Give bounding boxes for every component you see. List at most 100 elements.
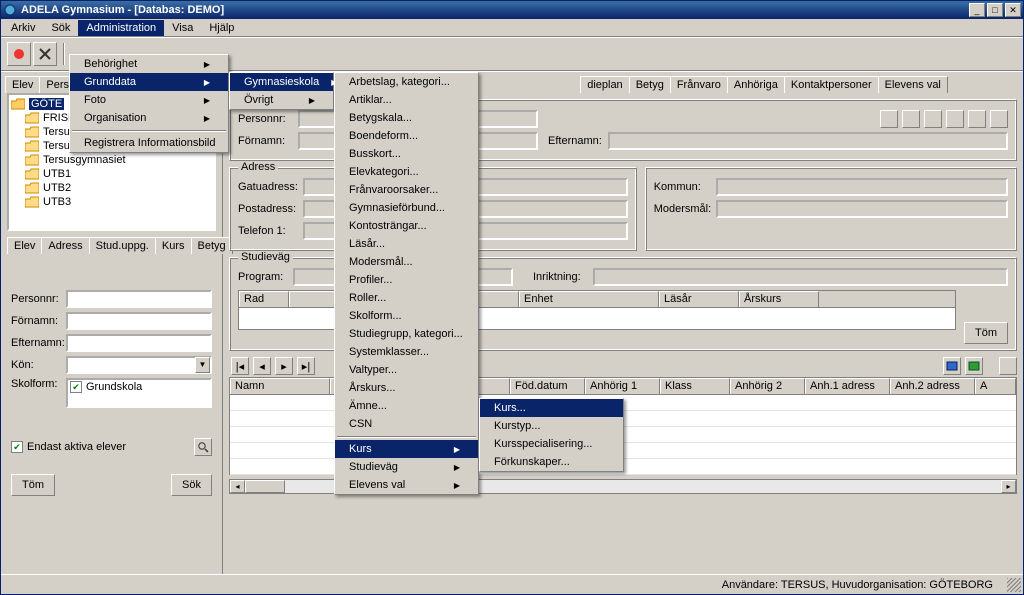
menu-grunddata[interactable]: Grunddata▶ [70, 73, 228, 91]
menu-ovrigt[interactable]: Övrigt▶ [230, 91, 333, 109]
tab-anhoriga[interactable]: Anhöriga [727, 76, 785, 93]
menu-registrera-informationsbild[interactable]: Registrera Informationsbild [70, 134, 228, 152]
tab-elevensval[interactable]: Elevens val [878, 76, 948, 93]
tree-item[interactable]: UTB3 [11, 195, 212, 209]
mid-tab-adress[interactable]: Adress [41, 237, 89, 254]
scroll-left-icon[interactable]: ◂ [230, 480, 245, 493]
mi-forkunskaper[interactable]: Förkunskaper... [480, 453, 623, 471]
select-kon[interactable]: ▼ [66, 356, 212, 374]
icon-btn-2[interactable] [902, 110, 920, 128]
resize-grip-icon[interactable] [1007, 578, 1021, 592]
mi-artiklar[interactable]: Artiklar... [335, 91, 478, 109]
menu-visa[interactable]: Visa [164, 20, 201, 36]
checkbox-checked-icon[interactable]: ✔ [70, 381, 82, 393]
mi-kurs[interactable]: Kurs▶ [335, 440, 478, 458]
maximize-button[interactable]: □ [987, 3, 1003, 17]
col-namn[interactable]: Namn [230, 378, 330, 394]
icon-btn-1[interactable] [880, 110, 898, 128]
tab-franvaro[interactable]: Frånvaro [670, 76, 728, 93]
col-anh2adress[interactable]: Anh.2 adress [890, 378, 975, 394]
toolbar-record-button[interactable] [7, 42, 31, 66]
mi-kurstyp[interactable]: Kurstyp... [480, 417, 623, 435]
tab-betyg[interactable]: Betyg [629, 76, 671, 93]
mi-csn[interactable]: CSN [335, 415, 478, 433]
mi-betygskala[interactable]: Betygskala... [335, 109, 478, 127]
col-a[interactable]: A [975, 378, 1016, 394]
minimize-button[interactable]: _ [969, 3, 985, 17]
nav-first-icon[interactable]: |◂ [231, 357, 249, 375]
input-fornamn[interactable] [66, 312, 212, 330]
col-klass[interactable]: Klass [660, 378, 730, 394]
menu-organisation[interactable]: Organisation▶ [70, 109, 228, 127]
icon-btn-6[interactable] [990, 110, 1008, 128]
menu-foto[interactable]: Foto▶ [70, 91, 228, 109]
field-efternamn[interactable] [608, 132, 1008, 150]
mi-lasar[interactable]: Läsår... [335, 235, 478, 253]
excel-icon[interactable] [965, 357, 983, 375]
field-inriktning[interactable] [593, 268, 1008, 286]
menu-administration[interactable]: Administration [78, 20, 164, 36]
col-enhet[interactable]: Enhet [519, 291, 659, 307]
col-anhorig2[interactable]: Anhörig 2 [730, 378, 805, 394]
tab-dieplan[interactable]: dieplan [580, 76, 629, 93]
magnifier-icon[interactable] [194, 438, 212, 456]
col-anhorig1[interactable]: Anhörig 1 [585, 378, 660, 394]
tree-item[interactable]: UTB1 [11, 167, 212, 181]
menu-behorighet[interactable]: Behörighet▶ [70, 55, 228, 73]
mi-kurs-kurs[interactable]: Kurs... [480, 399, 623, 417]
toolbar-tools-button[interactable] [33, 42, 57, 66]
input-personnr[interactable] [66, 290, 212, 308]
tab-kontaktpersoner[interactable]: Kontaktpersoner [784, 76, 879, 93]
mi-studievag[interactable]: Studieväg▶ [335, 458, 478, 476]
mi-kursspecialisering[interactable]: Kursspecialisering... [480, 435, 623, 453]
mi-elevkategori[interactable]: Elevkategori... [335, 163, 478, 181]
mi-gymnasieforbund[interactable]: Gymnasieförbund... [335, 199, 478, 217]
nav-last-icon[interactable]: ▸| [297, 357, 315, 375]
mid-tab-studuppg[interactable]: Stud.uppg. [89, 237, 156, 254]
left-tab-elev[interactable]: Elev [5, 76, 40, 93]
mi-arskurs[interactable]: Årskurs... [335, 379, 478, 397]
menu-sok[interactable]: Sök [43, 20, 78, 36]
mi-boendeform[interactable]: Boendeform... [335, 127, 478, 145]
col-anh1adress[interactable]: Anh.1 adress [805, 378, 890, 394]
scroll-right-icon[interactable]: ▸ [1001, 480, 1016, 493]
tree-item[interactable]: UTB2 [11, 181, 212, 195]
mi-profiler[interactable]: Profiler... [335, 271, 478, 289]
field-modersmal[interactable] [716, 200, 1008, 218]
nav-next-icon[interactable]: ▸ [275, 357, 293, 375]
mid-tab-kurs[interactable]: Kurs [155, 237, 192, 254]
mi-studiegrupp[interactable]: Studiegrupp, kategori... [335, 325, 478, 343]
extra-icon[interactable] [999, 357, 1017, 375]
checkbox-endast[interactable]: ✔ [11, 441, 23, 453]
search-button[interactable]: Sök [171, 474, 212, 496]
tom-button[interactable]: Töm [964, 322, 1008, 344]
close-button[interactable]: ✕ [1005, 3, 1021, 17]
mi-skolform[interactable]: Skolform... [335, 307, 478, 325]
mi-valtyper[interactable]: Valtyper... [335, 361, 478, 379]
mid-tab-elev[interactable]: Elev [7, 237, 42, 254]
mi-roller[interactable]: Roller... [335, 289, 478, 307]
scroll-thumb[interactable] [245, 480, 285, 493]
input-efternamn[interactable] [66, 334, 212, 352]
col-foddatum[interactable]: Föd.datum [510, 378, 585, 394]
clear-button[interactable]: Töm [11, 474, 55, 496]
mi-systemklasser[interactable]: Systemklasser... [335, 343, 478, 361]
mi-arbetslag[interactable]: Arbetslag, kategori... [335, 73, 478, 91]
mi-amne[interactable]: Ämne... [335, 397, 478, 415]
col-arskurs[interactable]: Årskurs [739, 291, 819, 307]
listbox-skolform[interactable]: ✔ Grundskola [66, 378, 212, 408]
icon-btn-3[interactable] [924, 110, 942, 128]
export-icon[interactable] [943, 357, 961, 375]
field-kommun[interactable] [716, 178, 1008, 196]
menu-gymnasieskola[interactable]: Gymnasieskola▶ [230, 73, 333, 91]
tree-item[interactable]: Tersusgymnasiet [11, 153, 212, 167]
mi-elevensval[interactable]: Elevens val▶ [335, 476, 478, 494]
mi-busskort[interactable]: Busskort... [335, 145, 478, 163]
icon-btn-5[interactable] [968, 110, 986, 128]
nav-prev-icon[interactable]: ◂ [253, 357, 271, 375]
menu-arkiv[interactable]: Arkiv [3, 20, 43, 36]
col-rad[interactable]: Rad [239, 291, 289, 307]
mi-franvaroorsaker[interactable]: Frånvaroorsaker... [335, 181, 478, 199]
mi-kontostrangar[interactable]: Kontosträngar... [335, 217, 478, 235]
icon-btn-4[interactable] [946, 110, 964, 128]
